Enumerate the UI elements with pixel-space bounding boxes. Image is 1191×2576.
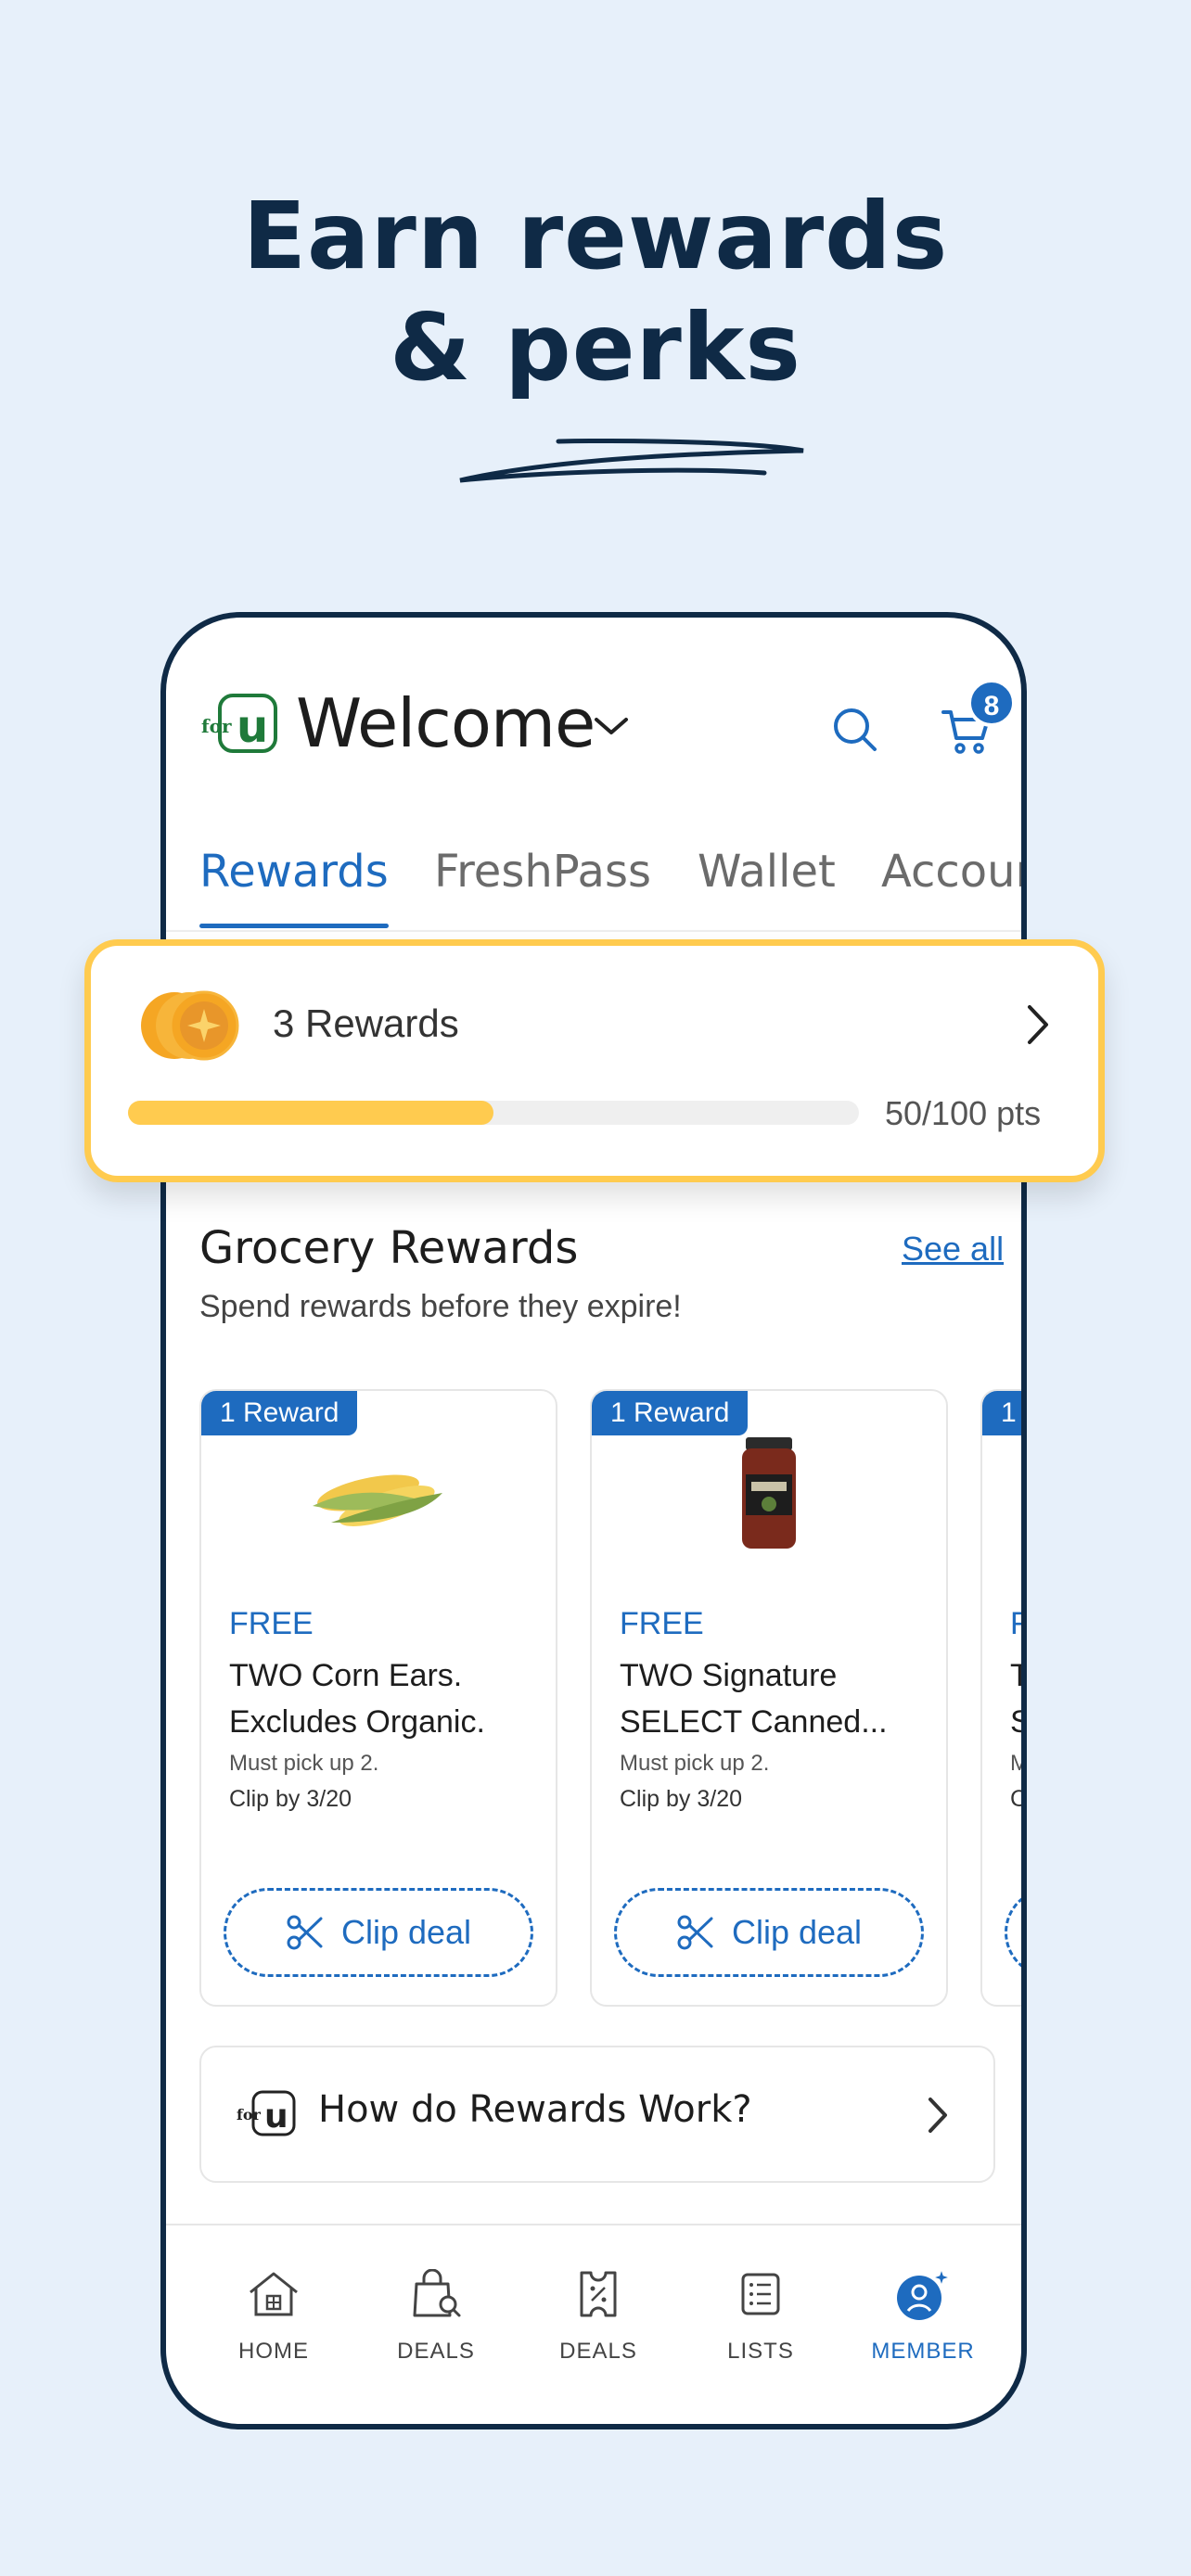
coupon-icon	[580, 2271, 617, 2317]
points-progress-bar	[128, 1101, 859, 1125]
deal-description: TWO Corn Ears. Excludes Organic.	[229, 1652, 535, 1745]
reward-card[interactable]: 1 Reward FREE TWO Corn Ears. Excludes Or…	[199, 1389, 557, 2007]
welcome-title[interactable]: Welcome	[296, 684, 596, 762]
headline-line-2: & perks	[390, 293, 801, 402]
rewards-count: 3 Rewards	[273, 1001, 459, 1045]
tab-account[interactable]: Accour	[881, 846, 1021, 898]
reward-card[interactable]: 1 Reward FREE TWO Signature SELECT Canne…	[590, 1389, 948, 2007]
deal-note: Must pick up 2.	[620, 1751, 770, 1776]
svg-text:u: u	[237, 701, 268, 753]
svg-text:for: for	[201, 715, 232, 737]
reward-tag: 1 R	[982, 1391, 1021, 1435]
deal-clip-by: Clip by 3/20	[229, 1786, 352, 1812]
clip-deal-label: Clip deal	[731, 1913, 863, 1951]
clip-deal-button[interactable]: Clip deal	[224, 1888, 533, 1977]
reward-tag: 1 Reward	[201, 1391, 358, 1435]
sauce-jar-image-icon	[742, 1437, 796, 1549]
deal-desc-line: TWO Signature	[620, 1658, 838, 1693]
reward-coins-icon	[141, 990, 239, 1061]
corn-image-icon	[313, 1474, 442, 1526]
chevron-down-icon[interactable]	[593, 714, 630, 738]
nav-label: HOME	[238, 2339, 309, 2364]
deal-clip-by: C	[1010, 1786, 1027, 1812]
tab-rewards[interactable]: Rewards	[199, 846, 389, 898]
deals-bag-icon	[413, 2269, 461, 2317]
home-icon	[250, 2272, 298, 2316]
reward-tag: 1 Reward	[592, 1391, 749, 1435]
deal-desc-line: S	[1010, 1699, 1021, 1745]
clip-deal-label: Clip deal	[340, 1913, 472, 1951]
search-icon[interactable]	[832, 707, 878, 753]
nav-label: LISTS	[727, 2339, 794, 2364]
points-label: 50/100 pts	[885, 1094, 1042, 1132]
nav-home[interactable]: HOME	[199, 2266, 348, 2365]
for-u-logo-icon[interactable]: for u	[199, 692, 279, 755]
member-icon	[897, 2266, 953, 2320]
tab-freshpass[interactable]: FreshPass	[434, 846, 651, 898]
clip-deal-button[interactable]: Clip deal	[614, 1888, 924, 1977]
see-all-link[interactable]: See all	[902, 1230, 1004, 1269]
tab-wallet[interactable]: Wallet	[698, 846, 836, 898]
underline-swash-icon	[459, 438, 804, 483]
deal-desc-line: Excludes Organic.	[229, 1704, 485, 1740]
points-progress-fill	[128, 1101, 493, 1125]
active-tab-indicator	[199, 924, 389, 928]
list-icon	[741, 2273, 780, 2315]
section-title: Grocery Rewards	[199, 1222, 579, 1274]
scissors-icon	[677, 1915, 713, 1950]
deal-desc-line: T	[1010, 1652, 1021, 1699]
chevron-right-icon	[928, 2098, 947, 2133]
headline-line-1: Earn rewards	[242, 182, 949, 290]
page-headline: Earn rewards & perks	[0, 181, 1191, 403]
deal-note: M	[1010, 1751, 1027, 1776]
nav-lists[interactable]: LISTS	[686, 2266, 835, 2365]
nav-coupons[interactable]: DEALS	[524, 2266, 672, 2365]
phone-frame: for u Welcome 8 Rewards FreshPass Wallet…	[160, 612, 1027, 2429]
reward-card[interactable]: 1 R F T S M C	[980, 1389, 1027, 2007]
deal-desc-line: SELECT Canned...	[620, 1704, 888, 1740]
svg-text:for: for	[237, 2106, 262, 2123]
section-subtitle: Spend rewards before they expire!	[199, 1289, 682, 1324]
nav-deals[interactable]: DEALS	[362, 2266, 510, 2365]
rewards-summary-card[interactable]: 3 Rewards 50/100 pts	[84, 939, 1105, 1182]
nav-label: MEMBER	[871, 2339, 975, 2364]
clip-deal-button[interactable]	[1005, 1888, 1021, 1977]
deal-free-label: FREE	[620, 1606, 704, 1641]
tab-bar: Rewards FreshPass Wallet Accour	[199, 846, 1021, 901]
svg-text:u: u	[264, 2098, 288, 2136]
deal-note: Must pick up 2.	[229, 1751, 379, 1776]
nav-member[interactable]: MEMBER	[849, 2266, 997, 2365]
for-u-logo-icon: for u	[237, 2090, 296, 2136]
cart-count-badge[interactable]: 8	[967, 679, 1016, 727]
nav-label: DEALS	[397, 2339, 475, 2364]
bottom-nav: HOME DEALS DEALS LISTS MEMBER	[166, 2224, 1021, 2424]
how-rewards-work-row[interactable]: for u How do Rewards Work?	[199, 2046, 995, 2183]
chevron-right-icon	[1028, 1005, 1048, 1044]
deal-description: TWO Signature SELECT Canned...	[620, 1652, 926, 1745]
deal-description: T S	[1010, 1652, 1021, 1745]
tabs-divider	[166, 930, 1021, 932]
how-rewards-label: How do Rewards Work?	[318, 2088, 752, 2131]
deal-desc-line: TWO Corn Ears.	[229, 1658, 463, 1693]
nav-label: DEALS	[559, 2339, 637, 2364]
deal-clip-by: Clip by 3/20	[620, 1786, 743, 1812]
scissors-icon	[287, 1915, 323, 1950]
deal-free-label: FREE	[229, 1606, 314, 1641]
deal-free-label: F	[1010, 1606, 1021, 1642]
